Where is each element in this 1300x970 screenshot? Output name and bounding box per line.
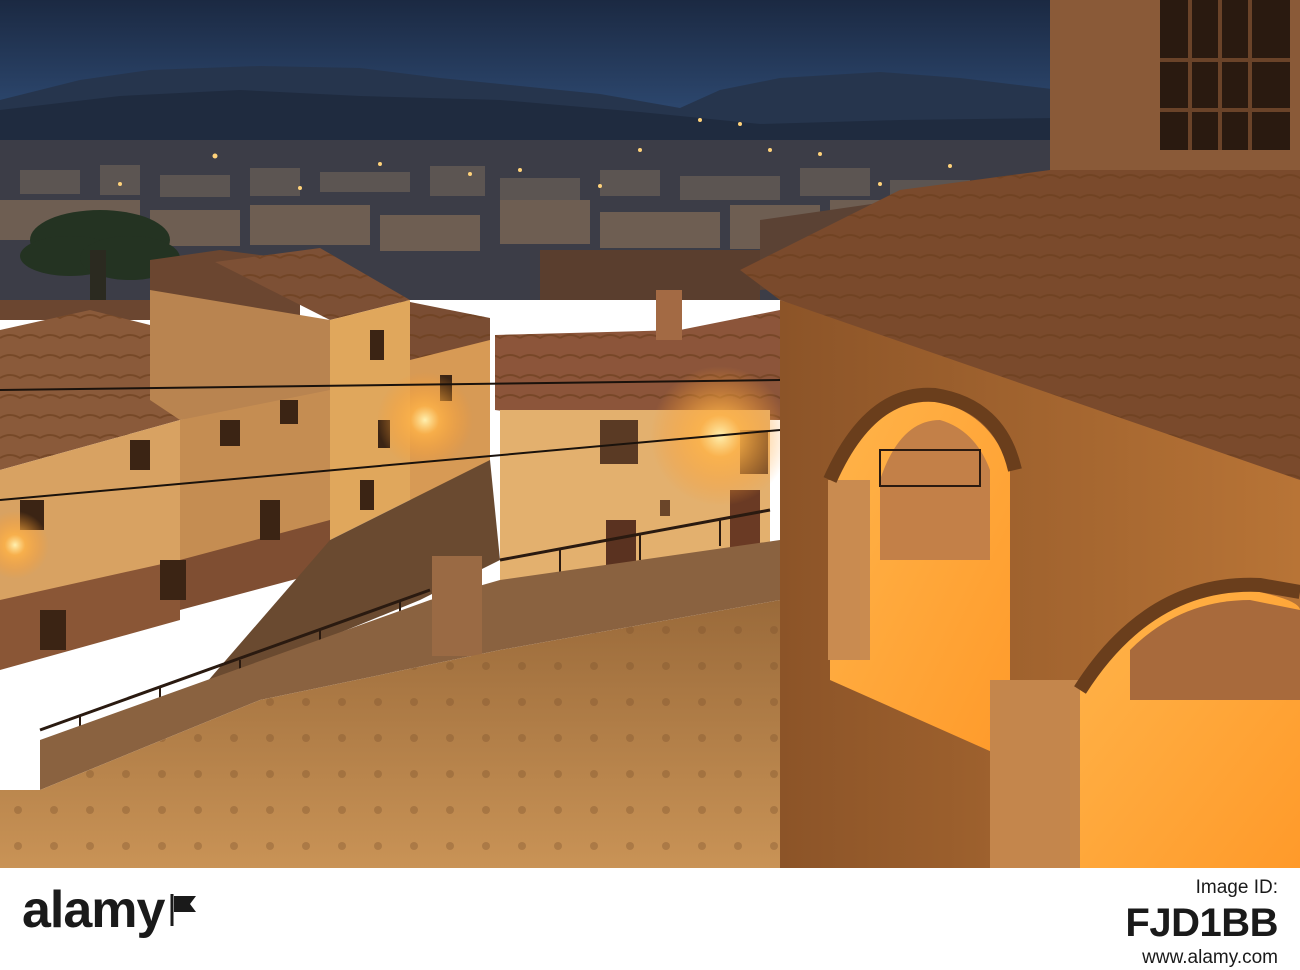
- brand-logo: alamy: [22, 882, 202, 938]
- image-id-label: Image ID:: [1195, 877, 1278, 898]
- brand-wordmark: alamy: [22, 881, 165, 939]
- photo-scene: [0, 0, 1300, 868]
- brand-flag-icon: [170, 894, 197, 926]
- stock-footer: alamy Image ID: FJD1BB www.alamy.com: [0, 868, 1300, 968]
- site-url: www.alamy.com: [1142, 947, 1278, 968]
- night-town-photo: [0, 0, 1300, 868]
- image-id: FJD1BB: [1125, 901, 1278, 945]
